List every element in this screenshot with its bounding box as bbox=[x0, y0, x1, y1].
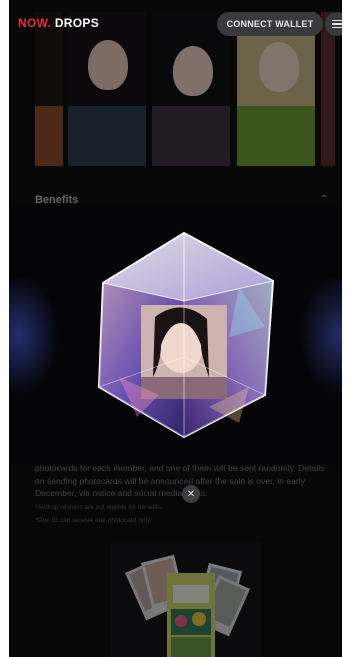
close-icon: ✕ bbox=[186, 488, 196, 500]
hamburger-menu-icon[interactable] bbox=[325, 12, 342, 36]
page-frame: Benefits ⌃ photocards for each member, a… bbox=[9, 0, 342, 657]
close-modal-button[interactable]: ✕ bbox=[182, 485, 200, 503]
photocard-preview-modal bbox=[9, 205, 342, 465]
crystal-photocard-image bbox=[97, 231, 275, 439]
site-logo[interactable]: NOW. DROPS bbox=[18, 16, 99, 30]
connect-wallet-button[interactable]: CONNECT WALLET bbox=[217, 12, 323, 36]
site-header: NOW. DROPS CONNECT WALLET bbox=[9, 0, 342, 44]
